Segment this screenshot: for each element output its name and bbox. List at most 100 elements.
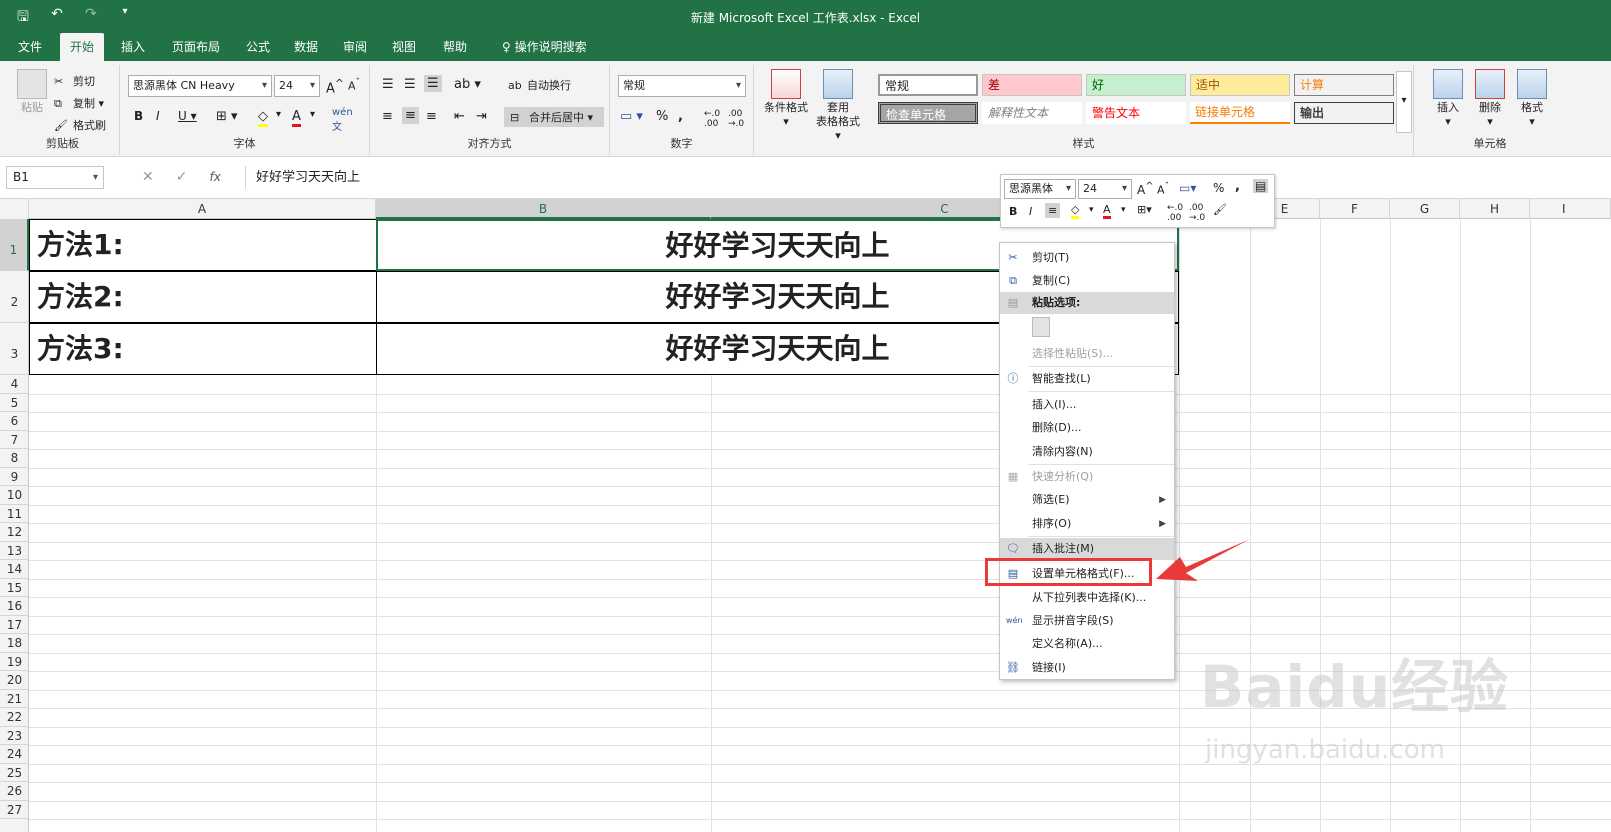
tab-review[interactable]: 审阅 bbox=[333, 33, 377, 61]
style-check-cell[interactable]: 检查单元格 bbox=[878, 102, 978, 124]
fill-color-dropdown-icon[interactable]: ▾ bbox=[276, 109, 281, 120]
row-header[interactable]: 16 bbox=[0, 597, 29, 616]
font-size-combo[interactable]: 24 bbox=[274, 75, 320, 97]
mini-format-cells-icon[interactable]: ▤ bbox=[1253, 179, 1269, 193]
row-header[interactable]: 18 bbox=[0, 634, 29, 653]
row-header[interactable]: 23 bbox=[0, 727, 29, 745]
column-header-h[interactable]: H bbox=[1460, 199, 1530, 219]
accounting-format-icon[interactable]: ▭ ▾ bbox=[620, 109, 643, 124]
mini-increase-decimal-icon[interactable]: ←.0.00 bbox=[1167, 203, 1183, 223]
row-header[interactable]: 9 bbox=[0, 468, 29, 486]
select-all-corner[interactable] bbox=[0, 199, 29, 219]
menu-show-phonetic[interactable]: wén 显示拼音字段(S) bbox=[1000, 610, 1174, 632]
row-header[interactable]: 26 bbox=[0, 782, 29, 801]
row-header[interactable]: 25 bbox=[0, 764, 29, 782]
mini-comma-icon[interactable]: , bbox=[1235, 179, 1240, 194]
mini-italic-icon[interactable]: I bbox=[1029, 205, 1032, 218]
mini-fill-color-icon[interactable]: ◇ bbox=[1071, 203, 1080, 219]
row-header[interactable]: 11 bbox=[0, 505, 29, 523]
tab-help[interactable]: 帮助 bbox=[433, 33, 477, 61]
tab-formulas[interactable]: 公式 bbox=[236, 33, 280, 61]
paste-button[interactable]: 粘贴 bbox=[8, 69, 56, 115]
mini-fill-dropdown-icon[interactable]: ▾ bbox=[1089, 205, 1094, 215]
mini-bold-icon[interactable]: B bbox=[1009, 205, 1017, 218]
cut-button[interactable]: ✂ 剪切 bbox=[54, 73, 95, 89]
row-header[interactable]: 19 bbox=[0, 653, 29, 671]
borders-icon[interactable]: ⊞ ▾ bbox=[216, 109, 238, 124]
column-header-a[interactable]: A bbox=[29, 199, 376, 219]
menu-link[interactable]: ⛓ 链接(I) bbox=[1000, 657, 1174, 679]
column-header-g[interactable]: G bbox=[1390, 199, 1460, 219]
row-header[interactable]: 1 bbox=[0, 219, 29, 271]
percent-icon[interactable]: % bbox=[656, 109, 668, 124]
mini-size-combo[interactable]: 24 bbox=[1078, 179, 1132, 199]
align-middle-icon[interactable]: ☰ bbox=[404, 77, 416, 92]
row-header[interactable]: 14 bbox=[0, 560, 29, 579]
cell-a1[interactable]: 方法1: bbox=[29, 219, 376, 271]
menu-sort[interactable]: 排序(O) ▶ bbox=[1000, 513, 1174, 535]
row-header[interactable]: 6 bbox=[0, 412, 29, 431]
align-left-icon[interactable]: ≡ bbox=[382, 109, 393, 124]
increase-decimal-icon[interactable]: ←.0.00 bbox=[704, 109, 720, 129]
align-center-icon[interactable]: ≡ bbox=[402, 107, 419, 124]
cell-a3[interactable]: 方法3: bbox=[29, 323, 376, 375]
mini-grow-font-icon[interactable]: A^ bbox=[1137, 181, 1154, 197]
cell-a2[interactable]: 方法2: bbox=[29, 271, 376, 323]
format-painter-button[interactable]: 🖌 格式刷 bbox=[54, 117, 106, 133]
font-color-icon[interactable]: A bbox=[292, 109, 301, 127]
mini-accounting-icon[interactable]: ▭▾ bbox=[1179, 181, 1196, 195]
menu-delete[interactable]: 删除(D)... bbox=[1000, 417, 1174, 439]
row-header[interactable]: 2 bbox=[0, 271, 29, 323]
mini-borders-icon[interactable]: ⊞▾ bbox=[1137, 203, 1152, 216]
font-name-combo[interactable]: 思源黑体 CN Heavy bbox=[128, 75, 272, 97]
insert-function-icon[interactable]: fx bbox=[209, 166, 220, 189]
menu-paste-default[interactable] bbox=[1000, 317, 1174, 343]
style-neutral[interactable]: 适中 bbox=[1190, 74, 1290, 96]
column-header-b[interactable]: B bbox=[376, 199, 711, 219]
row-header[interactable]: 17 bbox=[0, 616, 29, 634]
orientation-icon[interactable]: ab ▾ bbox=[454, 77, 481, 92]
bold-icon[interactable]: B bbox=[134, 109, 143, 123]
menu-pick-from-list[interactable]: 从下拉列表中选择(K)... bbox=[1000, 587, 1174, 609]
row-header[interactable]: 3 bbox=[0, 323, 29, 375]
mini-decrease-decimal-icon[interactable]: .00 →.0 bbox=[1189, 203, 1205, 223]
row-header[interactable]: 21 bbox=[0, 690, 29, 708]
mini-shrink-font-icon[interactable]: Aˇ bbox=[1157, 181, 1169, 197]
tell-me-search[interactable]: ♀ 操作说明搜索 bbox=[492, 33, 597, 61]
menu-paste-special[interactable]: 选择性粘贴(S)... bbox=[1000, 343, 1174, 365]
style-normal[interactable]: 常规 bbox=[878, 74, 978, 96]
menu-copy[interactable]: ⧉ 复制(C) bbox=[1000, 270, 1174, 292]
style-output[interactable]: 输出 bbox=[1294, 102, 1394, 124]
tab-page-layout[interactable]: 页面布局 bbox=[162, 33, 230, 61]
wrap-text-button[interactable]: ab 自动换行 bbox=[508, 77, 571, 93]
increase-indent-icon[interactable]: ⇥ bbox=[476, 109, 487, 124]
delete-cells-button[interactable]: 删除 ▾ bbox=[1466, 69, 1514, 129]
comma-style-icon[interactable]: , bbox=[678, 109, 683, 124]
row-header[interactable]: 5 bbox=[0, 394, 29, 412]
align-right-icon[interactable]: ≡ bbox=[426, 109, 437, 124]
decrease-indent-icon[interactable]: ⇤ bbox=[454, 109, 465, 124]
style-bad[interactable]: 差 bbox=[982, 74, 1082, 96]
mini-font-combo[interactable]: 思源黑体 bbox=[1004, 179, 1076, 199]
tab-insert[interactable]: 插入 bbox=[111, 33, 155, 61]
column-header-i[interactable]: I bbox=[1530, 199, 1611, 219]
row-header[interactable]: 15 bbox=[0, 579, 29, 597]
row-header[interactable]: 10 bbox=[0, 486, 29, 505]
row-header[interactable]: 20 bbox=[0, 671, 29, 690]
tab-home[interactable]: 开始 bbox=[60, 33, 105, 61]
format-cells-ribbon-button[interactable]: 格式 ▾ bbox=[1508, 69, 1556, 129]
row-header[interactable]: 8 bbox=[0, 449, 29, 468]
number-format-combo[interactable]: 常规 bbox=[618, 75, 746, 97]
tab-view[interactable]: 视图 bbox=[382, 33, 426, 61]
tab-file[interactable]: 文件 bbox=[8, 33, 52, 61]
fill-color-icon[interactable]: ◇ bbox=[258, 109, 268, 127]
formula-input[interactable]: 好好学习天天向上 bbox=[245, 166, 1605, 189]
menu-clear-contents[interactable]: 清除内容(N) bbox=[1000, 441, 1174, 463]
mini-center-icon[interactable]: ≡ bbox=[1045, 203, 1061, 218]
menu-cut[interactable]: ✂ 剪切(T) bbox=[1000, 247, 1174, 269]
decrease-decimal-icon[interactable]: .00 →.0 bbox=[728, 109, 744, 129]
shrink-font-icon[interactable]: Aˇ bbox=[348, 77, 360, 93]
styles-gallery-scroll-icon[interactable]: ▾ bbox=[1396, 71, 1412, 133]
insert-cells-button[interactable]: 插入 ▾ bbox=[1424, 69, 1472, 129]
style-explanatory[interactable]: 解释性文本 bbox=[982, 102, 1082, 124]
